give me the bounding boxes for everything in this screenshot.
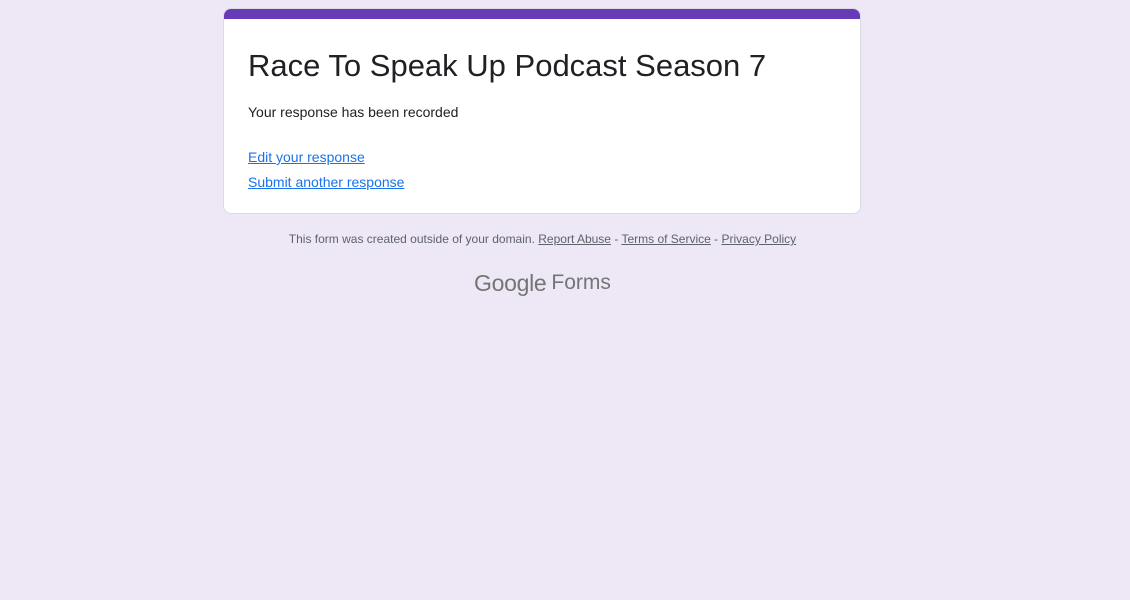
card-accent-bar (224, 9, 860, 19)
forms-wordmark: Forms (551, 271, 611, 294)
form-title: Race To Speak Up Podcast Season 7 (248, 48, 767, 83)
edit-response-link[interactable]: Edit your response (248, 148, 365, 166)
submit-another-response-link[interactable]: Submit another response (248, 173, 404, 191)
footer: This form was created outside of your do… (0, 231, 1085, 247)
confirmation-message: Your response has been recorded (248, 104, 459, 120)
footer-separator: - (614, 232, 619, 246)
google-forms-logo[interactable]: Google Forms (474, 268, 611, 296)
response-card: Race To Speak Up Podcast Season 7 Your r… (223, 8, 861, 214)
footer-separator: - (714, 232, 719, 246)
privacy-policy-link[interactable]: Privacy Policy (722, 232, 797, 246)
report-abuse-link[interactable]: Report Abuse (538, 232, 611, 246)
google-wordmark: Google (474, 270, 547, 296)
domain-notice: This form was created outside of your do… (288, 232, 535, 246)
terms-of-service-link[interactable]: Terms of Service (621, 232, 710, 246)
